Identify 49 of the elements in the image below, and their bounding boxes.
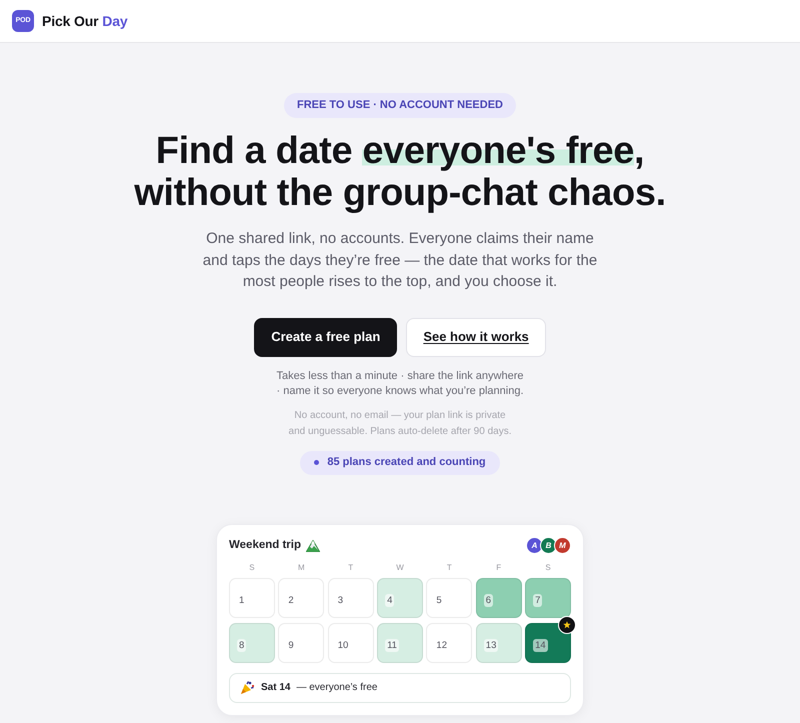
weekday-label: S	[544, 562, 552, 572]
calendar-day[interactable]: 8	[229, 622, 275, 662]
calendar-day[interactable]: 9	[278, 622, 324, 662]
weekday-label: M	[296, 562, 306, 572]
weekday-label: T	[347, 562, 354, 572]
calendar-day[interactable]: 1	[229, 578, 275, 618]
day-number: 10	[336, 638, 350, 652]
weekday-label: F	[495, 562, 502, 572]
calendar-day[interactable]: 10	[328, 622, 374, 662]
weekday-label: W	[395, 562, 405, 572]
avatar: M	[554, 537, 571, 554]
calendar-day[interactable]: 7	[525, 578, 571, 618]
plan-counter: 85 plans created and counting	[327, 455, 486, 470]
calendar-day[interactable]: 14	[525, 622, 571, 662]
calendar-day[interactable]: 4	[377, 578, 423, 618]
calendar-day[interactable]: 3	[328, 578, 374, 618]
day-number: 4	[385, 594, 394, 606]
day-number: 9	[286, 638, 296, 652]
subtitle: One shared link, no accounts. Everyone claims their name and taps the days they’re free — the date that works for the most people rises to the top, and you choose it.	[202, 229, 598, 292]
day-number: 11	[385, 638, 399, 652]
calendar-day[interactable]: 6	[476, 578, 522, 618]
create-plan-button[interactable]: Create a free plan	[254, 318, 398, 356]
calendar-day[interactable]: 5	[426, 578, 472, 618]
mountain-icon	[306, 540, 320, 552]
plan-title: Weekend trip	[229, 538, 301, 553]
calendar-day[interactable]: 12	[426, 622, 472, 662]
day-number: 8	[237, 638, 246, 652]
best-date-caption: — everyone’s free	[296, 681, 378, 695]
calendar-day[interactable]: 11	[377, 622, 423, 662]
tagline-badge: FREE TO USE · NO ACCOUNT NEEDED	[284, 93, 516, 118]
day-number: 6	[484, 594, 494, 606]
info-note: Takes less than a minute · share the link anywhere · name it so everyone knows what you’re planning.	[275, 368, 525, 399]
brand-name[interactable]: Pick Our Day	[42, 10, 128, 32]
weekday-label: T	[446, 562, 453, 572]
how-it-works-button[interactable]: See how it works	[406, 318, 546, 356]
day-number: 3	[336, 594, 345, 606]
day-number: 7	[533, 594, 542, 606]
day-number: 13	[484, 638, 498, 652]
calendar-day[interactable]: 2	[278, 578, 324, 618]
avatar: B	[540, 537, 557, 554]
weekday-label: S	[248, 562, 256, 572]
day-number: 5	[434, 594, 444, 606]
avatar: A	[526, 537, 543, 554]
privacy-note: No account, no email — your plan link is private and unguessable. Plans auto-delete after 90 days.	[288, 408, 512, 438]
day-number: 14	[533, 638, 548, 652]
headline: Find a date everyone's free, without the group-chat chaos.	[134, 130, 666, 214]
calendar-day[interactable]: 13	[476, 622, 522, 662]
best-date: Sat 14	[261, 681, 290, 695]
party-popper-icon	[240, 680, 255, 695]
